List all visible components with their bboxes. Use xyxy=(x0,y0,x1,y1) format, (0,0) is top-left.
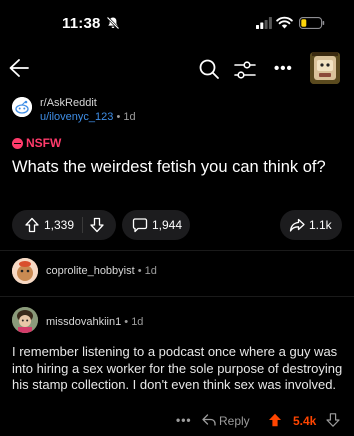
post-author[interactable]: u/ilovenyc_123 xyxy=(40,111,113,123)
downvote-icon[interactable] xyxy=(89,217,105,233)
downvote-icon[interactable] xyxy=(326,413,340,427)
nsfw-label: NSFW xyxy=(26,136,62,150)
comment-author[interactable]: coprolite_hobbyist xyxy=(46,265,135,277)
vote-divider xyxy=(82,217,84,233)
nav-bar: ••• xyxy=(0,50,354,90)
wifi-icon xyxy=(276,16,293,29)
divider xyxy=(0,296,354,297)
bell-slash-icon xyxy=(106,16,120,30)
subreddit-icon[interactable] xyxy=(12,97,32,117)
share-arrow-icon xyxy=(289,218,305,232)
comment-avatar[interactable] xyxy=(12,258,38,284)
comments-button[interactable]: 1,944 xyxy=(122,210,190,240)
battery-icon xyxy=(299,17,325,29)
comment-header: coprolite_hobbyist • 1d xyxy=(46,265,157,277)
status-bar: 11:38 xyxy=(0,0,354,46)
upvote-count: 1,339 xyxy=(44,218,75,232)
post-title: Whats the weirdest fetish you can think … xyxy=(12,158,326,176)
more-options-icon[interactable]: ••• xyxy=(274,60,293,77)
comment-body: I remember listening to a podcast once w… xyxy=(12,344,343,392)
comment-score: 5.4k xyxy=(293,414,317,428)
search-icon[interactable] xyxy=(198,58,220,80)
back-arrow-icon[interactable] xyxy=(8,58,30,78)
comment-header: missdovahkiin1 • 1d xyxy=(46,316,143,328)
share-count: 1.1k xyxy=(309,218,332,232)
nsfw-tag: NSFW xyxy=(12,136,61,150)
meta-dot: • xyxy=(137,265,145,277)
comment-count: 1,944 xyxy=(152,218,183,232)
snoo-icon xyxy=(12,97,32,117)
comment-age: 1d xyxy=(144,265,157,277)
avatar-illustration-icon xyxy=(12,307,38,333)
upvote-icon[interactable] xyxy=(268,413,282,427)
reply-button[interactable]: Reply xyxy=(219,414,250,428)
divider xyxy=(0,250,354,251)
comment-bubble-icon xyxy=(132,218,148,233)
user-avatar[interactable] xyxy=(310,52,340,84)
post-meta: u/ilovenyc_123 • 1d xyxy=(40,111,136,123)
share-button[interactable]: 1.1k xyxy=(280,210,342,240)
vote-bar: 1,339 xyxy=(12,210,116,240)
comment-avatar[interactable] xyxy=(12,307,38,333)
reply-icon[interactable] xyxy=(202,414,216,426)
comment-age: 1d xyxy=(131,316,144,328)
comment-more-icon[interactable]: ••• xyxy=(176,413,192,427)
post-age: 1d xyxy=(123,111,136,123)
subreddit-name[interactable]: r/AskReddit xyxy=(40,97,97,109)
comment-author[interactable]: missdovahkiin1 xyxy=(46,316,121,328)
status-time: 11:38 xyxy=(62,15,101,32)
avatar-illustration-icon xyxy=(310,52,340,84)
sort-filter-icon[interactable] xyxy=(234,60,256,80)
nsfw-icon xyxy=(12,137,23,149)
avatar-illustration-icon xyxy=(12,258,38,284)
upvote-icon[interactable] xyxy=(24,217,40,233)
comment-actions: ••• Reply 5.4k xyxy=(0,413,354,429)
cellular-signal-icon xyxy=(256,17,272,29)
